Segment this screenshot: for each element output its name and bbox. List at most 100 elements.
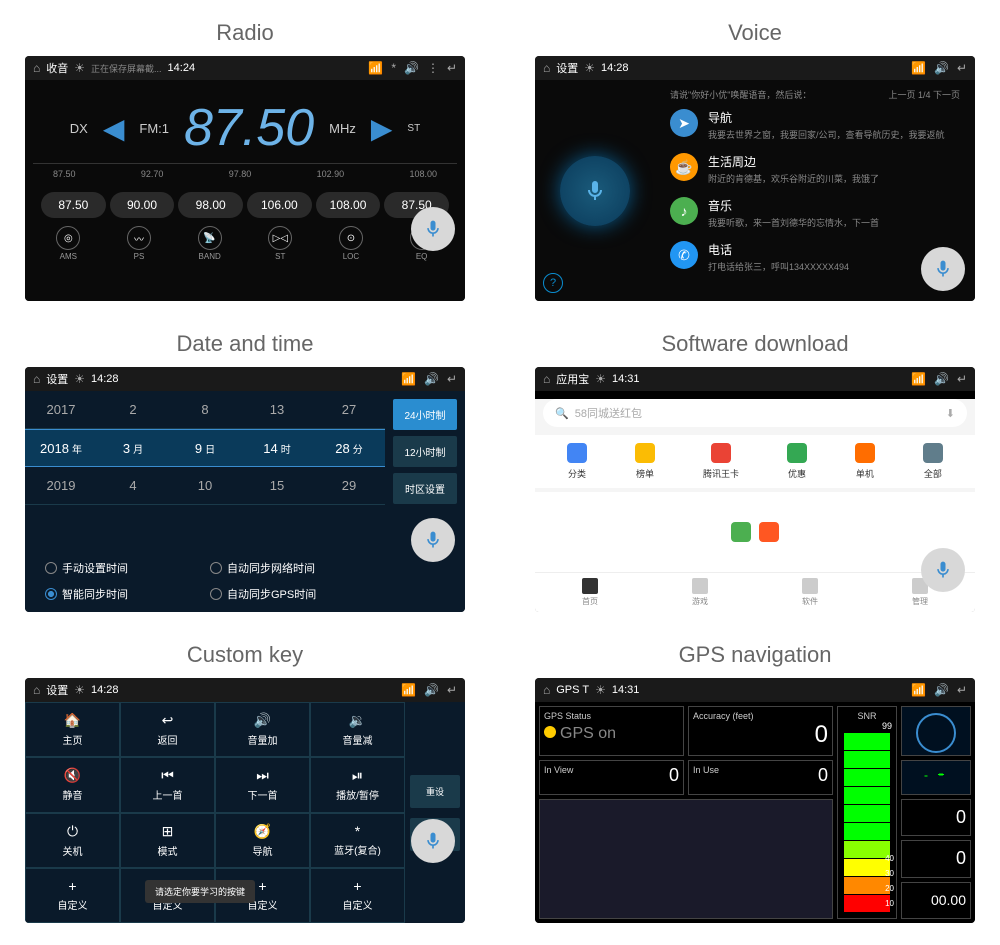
radio-smart[interactable]: 智能同步时间	[45, 586, 200, 602]
nav-games[interactable]: 游戏	[692, 578, 708, 607]
cat-button[interactable]: 腾讯王卡	[703, 443, 739, 480]
next-icon[interactable]: ▶	[371, 112, 393, 145]
cat-button[interactable]: 单机	[855, 443, 875, 480]
gps-readouts: 0 0 00.00	[901, 799, 971, 919]
brightness-icon[interactable]: ☀	[595, 372, 606, 386]
prev-icon[interactable]: ◀	[103, 112, 125, 145]
voice-activate-button[interactable]	[560, 156, 630, 226]
key-back[interactable]: ↩返回	[120, 702, 215, 757]
date-picker[interactable]: 2017281327 2018年 3月 9日 14时 28分 201941015…	[25, 391, 385, 550]
ps-button[interactable]: 〰PS	[127, 226, 151, 261]
bluetooth-icon: *	[391, 61, 396, 75]
loc-button[interactable]: ⊙LOC	[339, 226, 363, 261]
back-icon[interactable]: ↵	[447, 372, 457, 386]
wifi-icon: 📶	[911, 61, 926, 75]
key-voldown[interactable]: 🔉音量减	[310, 702, 405, 757]
home-icon[interactable]: ⌂	[33, 372, 40, 386]
back-icon[interactable]: ↵	[447, 683, 457, 697]
preset-button[interactable]: 106.00	[247, 192, 312, 218]
app-name: GPS T	[556, 684, 589, 696]
key-bluetooth[interactable]: *蓝牙(复合)	[310, 813, 405, 868]
cat-button[interactable]: 分类	[567, 443, 587, 480]
volume-icon[interactable]: 🔊	[424, 372, 439, 386]
unit-label: MHz	[329, 121, 356, 136]
mic-button[interactable]	[921, 247, 965, 291]
back-icon[interactable]: ↵	[447, 61, 457, 75]
radio-gps[interactable]: 自动同步GPS时间	[210, 586, 365, 602]
format-24h-button[interactable]: 24小时制	[393, 399, 457, 430]
key-mute[interactable]: 🔇静音	[25, 757, 120, 812]
preset-button[interactable]: 98.00	[178, 192, 243, 218]
life-icon: ☕	[670, 153, 698, 181]
back-icon[interactable]: ↵	[957, 372, 967, 386]
radio-network[interactable]: 自动同步网络时间	[210, 560, 365, 576]
mic-button[interactable]	[411, 518, 455, 562]
help-icon[interactable]: ?	[543, 273, 563, 293]
band-button[interactable]: 📡BAND	[198, 226, 222, 261]
key-home[interactable]: 🏠主页	[25, 702, 120, 757]
key-volup[interactable]: 🔊音量加	[215, 702, 310, 757]
voice-pagination[interactable]: 上一页 1/4 下一页	[888, 88, 960, 101]
app-icon[interactable]	[731, 522, 751, 542]
software-screen: ⌂ 应用宝 ☀ 14:31 📶 🔊 ↵ 🔍 58同城送红包 ⬇ 分类 榜单 腾讯…	[535, 367, 975, 612]
wifi-icon: 📶	[401, 372, 416, 386]
brightness-icon[interactable]: ☀	[595, 683, 606, 697]
back-icon[interactable]: ↵	[957, 683, 967, 697]
key-mode[interactable]: ⊞模式	[120, 813, 215, 868]
mic-button[interactable]	[411, 207, 455, 251]
brightness-icon[interactable]: ☀	[74, 61, 85, 75]
key-custom[interactable]: +自定义	[310, 868, 405, 923]
cat-button[interactable]: 全部	[923, 443, 943, 480]
voice-item[interactable]: ☕ 生活周边附近的肯德基，欢乐谷附近的川菜，我饿了	[670, 153, 960, 185]
key-playpause[interactable]: ⏯播放/暂停	[310, 757, 405, 812]
phone-icon: ✆	[670, 241, 698, 269]
cat-button[interactable]: 优惠	[787, 443, 807, 480]
brightness-icon[interactable]: ☀	[584, 61, 595, 75]
cat-button[interactable]: 榜单	[635, 443, 655, 480]
volume-icon[interactable]: 🔊	[404, 61, 419, 75]
volume-icon[interactable]: 🔊	[934, 683, 949, 697]
volume-icon[interactable]: 🔊	[934, 372, 949, 386]
key-next[interactable]: ⏭下一首	[215, 757, 310, 812]
volume-icon[interactable]: 🔊	[934, 61, 949, 75]
download-icon[interactable]: ⬇	[946, 407, 955, 420]
st-button[interactable]: ▷◁ST	[268, 226, 292, 261]
radio-manual[interactable]: 手动设置时间	[45, 560, 200, 576]
mic-button[interactable]	[921, 548, 965, 592]
key-power[interactable]: ⏻关机	[25, 813, 120, 868]
gps-chart	[539, 799, 833, 919]
home-icon[interactable]: ⌂	[33, 683, 40, 697]
volume-icon[interactable]: 🔊	[424, 683, 439, 697]
tooltip: 请选定你要学习的按键	[145, 880, 255, 903]
key-prev[interactable]: ⏮上一首	[120, 757, 215, 812]
preset-button[interactable]: 87.50	[41, 192, 106, 218]
voice-item[interactable]: ♪ 音乐我要听歌，来一首刘德华的忘情水，下一首	[670, 197, 960, 229]
preset-button[interactable]: 90.00	[110, 192, 175, 218]
mic-button[interactable]	[411, 819, 455, 863]
reset-button[interactable]: 重设	[410, 775, 460, 808]
voice-item[interactable]: ➤ 导航我要去世界之窗，我要回家/公司，查看导航历史，我要返航	[670, 109, 960, 141]
back-icon[interactable]: ↵	[957, 61, 967, 75]
recording-label: 正在保存屏幕截...	[91, 62, 162, 75]
home-icon[interactable]: ⌂	[33, 61, 40, 75]
brightness-icon[interactable]: ☀	[74, 683, 85, 697]
voice-item[interactable]: ✆ 电话打电话给张三，呼叫134XXXXX494	[670, 241, 960, 273]
home-icon[interactable]: ⌂	[543, 372, 550, 386]
format-12h-button[interactable]: 12小时制	[393, 436, 457, 467]
nav-software[interactable]: 软件	[802, 578, 818, 607]
wifi-icon: 📶	[911, 683, 926, 697]
timezone-button[interactable]: 时区设置	[393, 473, 457, 504]
brightness-icon[interactable]: ☀	[74, 372, 85, 386]
search-input[interactable]: 🔍 58同城送红包 ⬇	[543, 399, 967, 427]
menu-icon[interactable]: ⋮	[427, 61, 439, 75]
home-icon[interactable]: ⌂	[543, 61, 550, 75]
home-icon[interactable]: ⌂	[543, 683, 550, 697]
frequency-scale[interactable]: 87.50 92.70 97.80 102.90 108.00	[33, 163, 457, 184]
key-custom[interactable]: +自定义	[25, 868, 120, 923]
nav-home[interactable]: 首页	[582, 578, 598, 607]
app-icon[interactable]	[759, 522, 779, 542]
ams-button[interactable]: ◎AMS	[56, 226, 80, 261]
key-nav[interactable]: 🧭导航	[215, 813, 310, 868]
datetime-panel: Date and time ⌂ 设置 ☀ 14:28 📶 🔊 ↵ 2017281…	[20, 331, 470, 612]
preset-button[interactable]: 108.00	[316, 192, 381, 218]
